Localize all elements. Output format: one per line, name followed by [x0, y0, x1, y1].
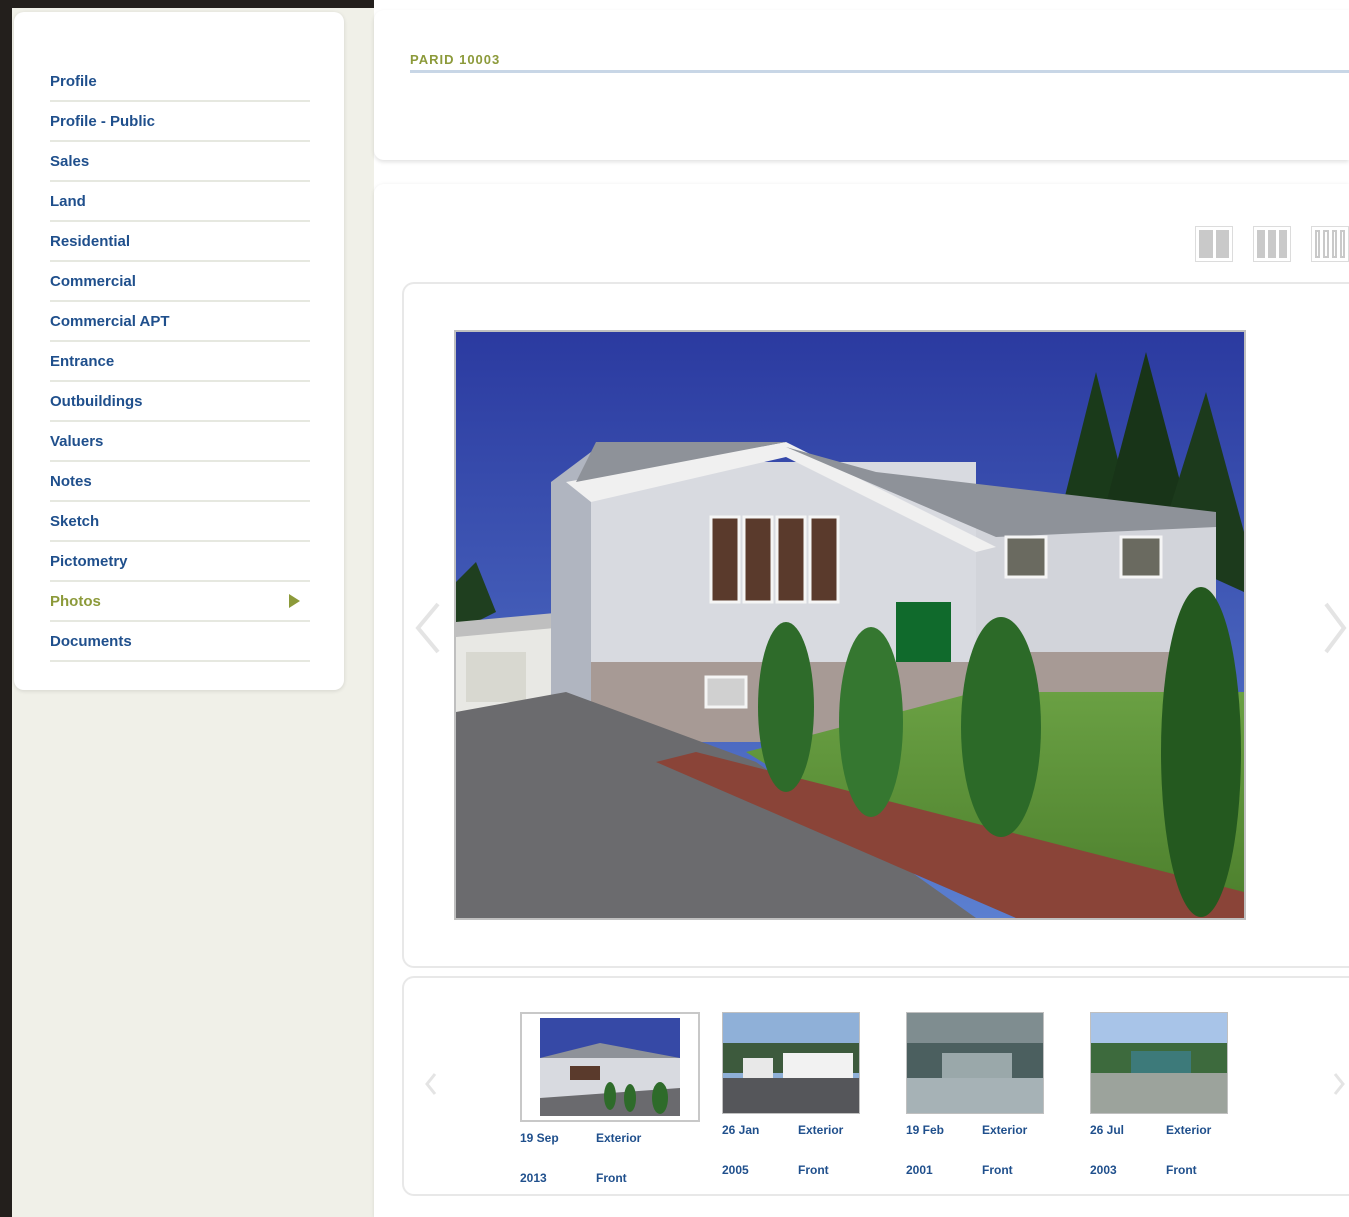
- sidebar-item-commercial[interactable]: Commercial: [50, 262, 310, 302]
- thumbnail-caption: 26 Jan 2005 Exterior Front: [722, 1120, 902, 1180]
- sidebar-item-entrance[interactable]: Entrance: [50, 342, 310, 382]
- thumb-date: 26 Jul: [1090, 1123, 1125, 1137]
- thumbnail-caption: 26 Jul 2003 Exterior Front: [1090, 1120, 1270, 1180]
- thumbnail-image: [1090, 1012, 1228, 1114]
- thumbnail-item[interactable]: 26 Jul 2003 Exterior Front: [1090, 1012, 1270, 1180]
- sidebar-item-photos[interactable]: Photos: [50, 582, 310, 622]
- sidebar-item-documents[interactable]: Documents: [50, 622, 310, 662]
- sidebar-item-pictometry[interactable]: Pictometry: [50, 542, 310, 582]
- thumbnail-item[interactable]: 26 Jan 2005 Exterior Front: [722, 1012, 902, 1180]
- sidebar-item-label: Residential: [50, 232, 131, 250]
- sidebar-item-label: Commercial: [50, 272, 136, 290]
- thumbnail-item[interactable]: 19 Sep 2013 Exterior Front: [520, 1012, 700, 1188]
- sidebar-item-outbuildings[interactable]: Outbuildings: [50, 382, 310, 422]
- thumbnail-image: [722, 1012, 860, 1114]
- thumb-chevron-left-icon[interactable]: [424, 1072, 438, 1096]
- house-photo: [456, 332, 1244, 918]
- sidebar-item-notes[interactable]: Notes: [50, 462, 310, 502]
- thumb-date: 26 Jan: [722, 1123, 760, 1137]
- sidebar-item-residential[interactable]: Residential: [50, 222, 310, 262]
- sidebar-item-sales[interactable]: Sales: [50, 142, 310, 182]
- thumb-year: 2003: [1090, 1163, 1117, 1177]
- sidebar-item-label: Land: [50, 192, 86, 210]
- header-divider: [410, 70, 1349, 73]
- sidebar-item-valuers[interactable]: Valuers: [50, 422, 310, 462]
- sidebar-item-profile-public[interactable]: Profile - Public: [50, 102, 310, 142]
- thumbnail-item[interactable]: 19 Feb 2001 Exterior Front: [906, 1012, 1086, 1180]
- thumb-type: Exterior: [798, 1123, 844, 1137]
- sidebar-item-profile[interactable]: Profile: [50, 62, 310, 102]
- sidebar-item-label: Documents: [50, 632, 132, 650]
- chevron-right-icon[interactable]: [1322, 600, 1348, 656]
- grid-2-icon[interactable]: [1195, 226, 1233, 262]
- window-left-border: [0, 0, 12, 1217]
- thumb-type: Exterior: [982, 1123, 1028, 1137]
- thumb-view: Front: [596, 1171, 627, 1185]
- sidebar-item-label: Commercial APT: [50, 312, 170, 330]
- sidebar-item-label: Valuers: [50, 432, 104, 450]
- sidebar-item-label: Photos: [50, 592, 101, 610]
- sidebar-nav: Profile Profile - Public Sales Land Resi…: [50, 62, 310, 662]
- chevron-left-icon[interactable]: [414, 600, 444, 656]
- view-toggle: [1195, 226, 1349, 262]
- sidebar-item-label: Sales: [50, 152, 90, 170]
- sidebar-item-label: Outbuildings: [50, 392, 143, 410]
- sidebar-item-land[interactable]: Land: [50, 182, 310, 222]
- thumb-year: 2001: [906, 1163, 933, 1177]
- thumb-view: Front: [798, 1163, 829, 1177]
- grid-4-icon[interactable]: [1311, 226, 1349, 262]
- sidebar-item-label: Pictometry: [50, 552, 128, 570]
- sidebar-item-label: Notes: [50, 472, 92, 490]
- thumb-view: Front: [982, 1163, 1013, 1177]
- sidebar-item-label: Sketch: [50, 512, 100, 530]
- thumb-type: Exterior: [596, 1131, 642, 1145]
- sidebar-item-sketch[interactable]: Sketch: [50, 502, 310, 542]
- thumb-type: Exterior: [1166, 1123, 1212, 1137]
- sidebar-item-label: Profile: [50, 72, 97, 90]
- thumb-date: 19 Sep: [520, 1131, 559, 1145]
- thumbnail-caption: 19 Sep 2013 Exterior Front: [520, 1128, 700, 1188]
- sidebar-item-label: Entrance: [50, 352, 115, 370]
- sidebar-item-commercial-apt[interactable]: Commercial APT: [50, 302, 310, 342]
- thumbnail-image: [520, 1012, 700, 1122]
- arrow-right-icon: [289, 594, 300, 608]
- page-title: PARID 10003: [410, 52, 501, 67]
- thumb-year: 2005: [722, 1163, 749, 1177]
- thumb-view: Front: [1166, 1163, 1197, 1177]
- thumbnail-caption: 19 Feb 2001 Exterior Front: [906, 1120, 1086, 1180]
- thumb-date: 19 Feb: [906, 1123, 945, 1137]
- sidebar-item-label: Profile - Public: [50, 112, 156, 130]
- header-panel: PARID 10003: [374, 10, 1349, 160]
- main-photo[interactable]: [454, 330, 1246, 920]
- sidebar: Profile Profile - Public Sales Land Resi…: [14, 12, 344, 690]
- thumb-chevron-right-icon[interactable]: [1332, 1072, 1346, 1096]
- thumbnail-image: [906, 1012, 1044, 1114]
- grid-3-icon[interactable]: [1253, 226, 1291, 262]
- thumb-year: 2013: [520, 1171, 547, 1185]
